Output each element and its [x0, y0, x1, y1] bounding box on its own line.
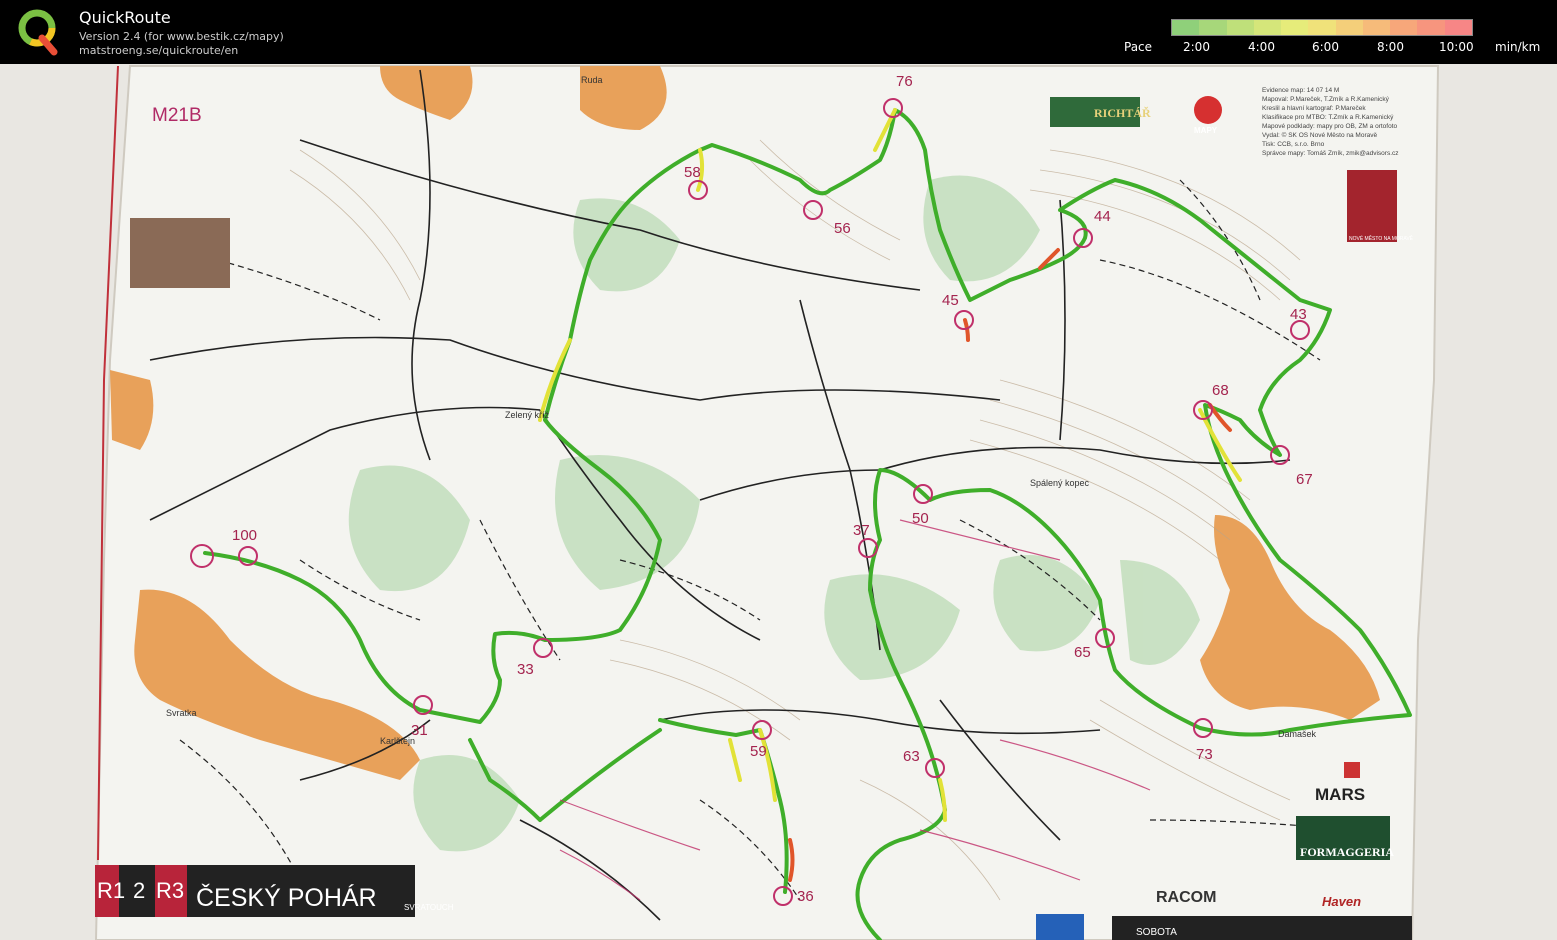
pace-tick: 10:00: [1439, 40, 1474, 54]
sponsor-label: Haven: [1322, 894, 1361, 909]
sponsor-label: RACOM: [1156, 889, 1216, 906]
place-label: Ruda: [581, 75, 603, 85]
info-line: Mapoval: P.Mareček, T.Zmík a R.Kamenický: [1262, 96, 1390, 103]
place-label: Zelený kříž: [505, 410, 550, 420]
info-line: Evidence map: 14 07 14 M: [1262, 87, 1339, 94]
place-label: Karlštejn: [380, 736, 415, 746]
event-r1: R1: [97, 878, 125, 903]
control-label: 33: [517, 661, 534, 678]
pace-color-segment: [1417, 20, 1445, 35]
control-label: 58: [684, 164, 701, 181]
place-label: Svratka: [166, 708, 197, 718]
place-label: Damašek: [1278, 729, 1317, 739]
control-label: 50: [912, 510, 929, 527]
sponsor-label: NOVÉ MĚSTO NA MORAVĚ: [1349, 234, 1414, 242]
place-label: Spálený kopec: [1030, 478, 1090, 488]
sponsor-label: RICHTÁŘ: [1094, 106, 1151, 120]
event-subtitle: SVRATOUCH: [404, 903, 454, 912]
sponsor-label: MAPY: [1194, 126, 1218, 135]
photo-ad-icon: [130, 218, 230, 288]
app-header: QuickRoute Version 2.4 (for www.bestik.c…: [0, 0, 1557, 64]
pace-color-segment: [1444, 20, 1472, 35]
pace-tick: 2:00: [1183, 40, 1210, 54]
pace-label: Pace: [1124, 40, 1153, 54]
pace-color-segment: [1362, 20, 1391, 35]
info-line: Správce mapy: Tomáš Zmík, zmik@advisors.…: [1262, 150, 1399, 157]
control-label: 44: [1094, 208, 1111, 225]
pace-color-segment: [1390, 20, 1418, 35]
control-label: 59: [750, 743, 767, 760]
app-title: QuickRoute: [79, 8, 171, 27]
mars-logo-icon: [1344, 762, 1360, 778]
pace-unit: min/km: [1495, 40, 1541, 54]
control-label: 36: [797, 888, 814, 905]
sponsor-label: MARS: [1315, 785, 1365, 804]
control-label: 67: [1296, 471, 1313, 488]
map-paper: [94, 65, 1440, 940]
event-r2: 2: [133, 878, 145, 903]
sponsor-label: SOBOTA: [1136, 927, 1177, 938]
pace-tick: 6:00: [1312, 40, 1339, 54]
pace-color-segment: [1308, 20, 1336, 35]
info-line: Vydal: © SK OS Nové Město na Moravě: [1262, 131, 1377, 139]
control-label: 100: [232, 527, 257, 544]
quickroute-logo-icon: [18, 9, 58, 56]
pace-color-scale: [1171, 19, 1473, 36]
pace-color-segment: [1253, 20, 1282, 35]
control-label: 45: [942, 292, 959, 309]
info-line: Kreslil a hlavní kartograf: P.Mareček: [1262, 105, 1366, 112]
pace-color-segment: [1199, 20, 1227, 35]
course-name: M21B: [152, 105, 202, 126]
pace-color-segment: [1226, 20, 1254, 35]
sponsor-label: FORMAGGERIA: [1300, 845, 1394, 859]
map-view[interactable]: 76 58 56 44 45 43 68 67 50 37 100 33 65 …: [0, 64, 1557, 940]
info-line: Mapové podklady: mapy pro OB, ZM a ortof…: [1262, 123, 1398, 130]
pace-color-segment: [1281, 20, 1309, 35]
event-title: ČESKÝ POHÁR: [196, 883, 377, 912]
event-r3: R3: [156, 878, 184, 903]
pace-color-segment: [1335, 20, 1363, 35]
pace-tick: 8:00: [1377, 40, 1404, 54]
control-label: 73: [1196, 746, 1213, 763]
app-url: matstroeng.se/quickroute/en: [79, 44, 239, 57]
mapy-logo-icon: [1194, 96, 1222, 124]
sponsor-logo-icon: [1036, 914, 1084, 940]
control-label: 63: [903, 748, 920, 765]
nove-mesto-crest-icon: [1347, 170, 1397, 242]
control-label: 65: [1074, 644, 1091, 661]
pace-color-segment: [1172, 20, 1200, 35]
info-line: Klasifikace pro MTBO: T.Zmík a R.Kamenic…: [1262, 114, 1394, 121]
control-label: 56: [834, 220, 851, 237]
control-label: 43: [1290, 306, 1307, 323]
app-version: Version 2.4 (for www.bestik.cz/mapy): [79, 30, 284, 43]
control-label: 37: [853, 522, 870, 539]
control-label: 76: [896, 73, 913, 90]
pace-tick: 4:00: [1248, 40, 1275, 54]
info-line: Tisk: CCB, s.r.o. Brno: [1262, 141, 1325, 148]
control-label: 68: [1212, 382, 1229, 399]
